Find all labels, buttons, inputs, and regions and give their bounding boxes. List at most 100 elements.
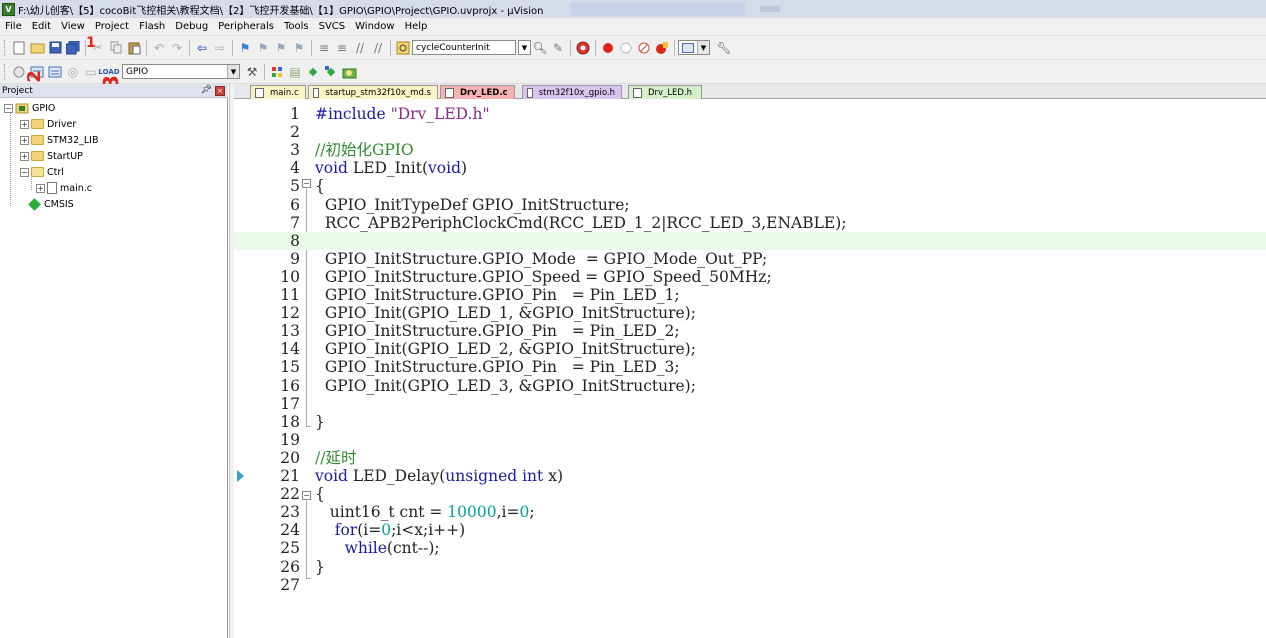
menu-tools[interactable]: Tools bbox=[279, 21, 314, 32]
code-line[interactable]: 1 #include "Drv_LED.h" bbox=[234, 105, 1266, 123]
menu-window[interactable]: Window bbox=[350, 21, 399, 32]
disable-breakpoints-icon[interactable] bbox=[636, 40, 652, 56]
expand-icon[interactable]: + bbox=[20, 119, 29, 129]
stop-build-icon[interactable]: ▭ bbox=[83, 64, 99, 80]
save-all-icon[interactable] bbox=[65, 40, 81, 56]
code-line[interactable]: 6 GPIO_InitTypeDef GPIO_InitStructure; bbox=[234, 196, 1266, 214]
code-line[interactable]: 25 while(cnt--); bbox=[234, 539, 1266, 557]
menu-peripherals[interactable]: Peripherals bbox=[213, 21, 279, 32]
comment-icon[interactable]: // bbox=[352, 40, 368, 56]
tab-stm32f10x-gpio-h[interactable]: stm32f10x_gpio.h bbox=[522, 85, 622, 99]
menu-file[interactable]: File bbox=[0, 21, 27, 32]
code-line[interactable]: 26} bbox=[234, 558, 1266, 576]
tree-item-stm32-lib[interactable]: + STM32_LIB bbox=[20, 132, 98, 148]
pack-installer-icon[interactable] bbox=[341, 64, 357, 80]
collapse-icon[interactable]: − bbox=[4, 103, 13, 113]
line-number: 1 bbox=[290, 105, 300, 123]
close-icon[interactable]: × bbox=[215, 86, 225, 96]
manage-project-items-icon[interactable]: ▤ bbox=[287, 64, 303, 80]
menu-flash[interactable]: Flash bbox=[134, 21, 170, 32]
code-line[interactable]: 17 bbox=[234, 395, 1266, 413]
menu-view[interactable]: View bbox=[56, 21, 90, 32]
code-line[interactable]: 19 bbox=[234, 431, 1266, 449]
open-file-icon[interactable] bbox=[29, 40, 45, 56]
green-diamond-icon[interactable] bbox=[305, 64, 321, 80]
expand-icon[interactable]: + bbox=[36, 183, 45, 193]
menu-svcs[interactable]: SVCS bbox=[314, 21, 351, 32]
save-icon[interactable] bbox=[47, 40, 63, 56]
tree-item-main-c[interactable]: + main.c bbox=[36, 180, 92, 196]
code-line[interactable]: 8 bbox=[234, 231, 1266, 250]
paste-icon[interactable] bbox=[126, 40, 142, 56]
find-icon[interactable]: 🔍︎ bbox=[532, 40, 548, 56]
new-file-icon[interactable] bbox=[11, 40, 27, 56]
unindent-icon[interactable]: ≡ bbox=[334, 40, 350, 56]
code-line[interactable]: 22 { bbox=[234, 485, 1266, 503]
code-line[interactable]: 20 //延时 bbox=[234, 449, 1266, 467]
collapse-icon[interactable]: − bbox=[20, 167, 29, 177]
copy-icon[interactable] bbox=[108, 40, 124, 56]
file-extensions-icon[interactable] bbox=[269, 64, 285, 80]
incremental-find-icon[interactable]: ✎ bbox=[550, 40, 566, 56]
code-line[interactable]: 11 GPIO_InitStructure.GPIO_Pin = Pin_LED… bbox=[234, 286, 1266, 304]
tree-item-cmsis[interactable]: CMSIS bbox=[28, 196, 74, 212]
target-options-icon[interactable]: ⚒ bbox=[244, 64, 260, 80]
navigate-forward-icon[interactable]: ⇨ bbox=[212, 40, 228, 56]
rebuild-icon[interactable] bbox=[47, 64, 63, 80]
menu-edit[interactable]: Edit bbox=[27, 21, 56, 32]
code-line[interactable]: 3 //初始化GPIO bbox=[234, 141, 1266, 159]
find-in-files-icon[interactable] bbox=[395, 40, 411, 56]
function-combo-dropdown[interactable]: ▼ bbox=[518, 40, 531, 55]
code-line[interactable]: 7 RCC_APB2PeriphClockCmd(RCC_LED_1_2|RCC… bbox=[234, 214, 1266, 232]
code-line[interactable]: 2 bbox=[234, 123, 1266, 141]
code-line[interactable]: 14 GPIO_Init(GPIO_LED_2, &GPIO_InitStruc… bbox=[234, 340, 1266, 358]
code-line[interactable]: 13 GPIO_InitStructure.GPIO_Pin = Pin_LED… bbox=[234, 322, 1266, 340]
navigate-back-icon[interactable]: ⇦ bbox=[194, 40, 210, 56]
redo-icon[interactable]: ↷ bbox=[169, 40, 185, 56]
tab-main-c[interactable]: main.c bbox=[250, 85, 306, 99]
clear-bookmarks-icon[interactable]: ⚑ bbox=[291, 40, 307, 56]
start-debug-icon[interactable] bbox=[575, 40, 591, 56]
expand-icon[interactable]: + bbox=[20, 151, 29, 161]
undo-icon[interactable]: ↶ bbox=[151, 40, 167, 56]
prev-bookmark-icon[interactable]: ⚑ bbox=[255, 40, 271, 56]
batch-build-icon[interactable]: ◎ bbox=[65, 64, 81, 80]
code-line[interactable]: 16 GPIO_Init(GPIO_LED_3, &GPIO_InitStruc… bbox=[234, 377, 1266, 395]
bookmark-icon[interactable]: ⚑ bbox=[237, 40, 253, 56]
menu-project[interactable]: Project bbox=[90, 21, 134, 32]
next-bookmark-icon[interactable]: ⚑ bbox=[273, 40, 289, 56]
code-line[interactable]: 9 GPIO_InitStructure.GPIO_Mode = GPIO_Mo… bbox=[234, 250, 1266, 268]
code-line[interactable]: 12 GPIO_Init(GPIO_LED_1, &GPIO_InitStruc… bbox=[234, 304, 1266, 322]
code-line[interactable]: 24 for(i=0;i<x;i++) bbox=[234, 521, 1266, 539]
code-line[interactable]: 27 bbox=[234, 576, 1266, 594]
target-combo[interactable]: GPIO ▼ bbox=[122, 64, 240, 79]
window-layout-combo[interactable]: ▼ bbox=[678, 40, 710, 55]
tree-item-driver[interactable]: + Driver bbox=[20, 116, 76, 132]
code-line[interactable]: 5{ bbox=[234, 177, 1266, 195]
code-line[interactable]: 21 void LED_Delay(unsigned int x) bbox=[234, 467, 1266, 485]
tab-drv-led-c[interactable]: Drv_LED.c bbox=[440, 85, 515, 99]
tree-item-startup[interactable]: + StartUP bbox=[20, 148, 83, 164]
tab-drv-led-h[interactable]: Drv_LED.h bbox=[628, 85, 702, 99]
pin-icon[interactable]: 📌︎ bbox=[201, 85, 212, 95]
uncomment-icon[interactable]: // bbox=[370, 40, 386, 56]
menu-help[interactable]: Help bbox=[400, 21, 433, 32]
function-combo[interactable]: cycleCounterInit bbox=[412, 40, 516, 55]
indent-icon[interactable]: ≡ bbox=[316, 40, 332, 56]
tab-startup-stm32f10x-md-s[interactable]: startup_stm32f10x_md.s bbox=[308, 85, 438, 99]
tree-item-gpio[interactable]: − GPIO bbox=[4, 100, 55, 116]
code-line[interactable]: 15 GPIO_InitStructure.GPIO_Pin = Pin_LED… bbox=[234, 358, 1266, 376]
enable-breakpoint-icon[interactable] bbox=[618, 40, 634, 56]
menu-debug[interactable]: Debug bbox=[170, 21, 213, 32]
code-line[interactable]: 10 GPIO_InitStructure.GPIO_Speed = GPIO_… bbox=[234, 268, 1266, 286]
code-editor[interactable]: − − 1 #include "Drv_LED.h" 2 3//初始化GPIO 4 voi… bbox=[234, 99, 1266, 638]
select-packs-icon[interactable] bbox=[323, 64, 339, 80]
code-line[interactable]: 18} bbox=[234, 413, 1266, 431]
code-line[interactable]: 23 uint16_t cnt = 10000,i=0; bbox=[234, 503, 1266, 521]
expand-icon[interactable]: + bbox=[20, 135, 29, 145]
code-line[interactable]: 4 void LED_Init(void) bbox=[234, 159, 1266, 177]
insert-breakpoint-icon[interactable] bbox=[600, 40, 616, 56]
tree-item-ctrl[interactable]: − Ctrl bbox=[20, 164, 64, 180]
configure-icon[interactable]: 🔧︎ bbox=[716, 40, 732, 56]
kill-breakpoints-icon[interactable] bbox=[654, 40, 670, 56]
